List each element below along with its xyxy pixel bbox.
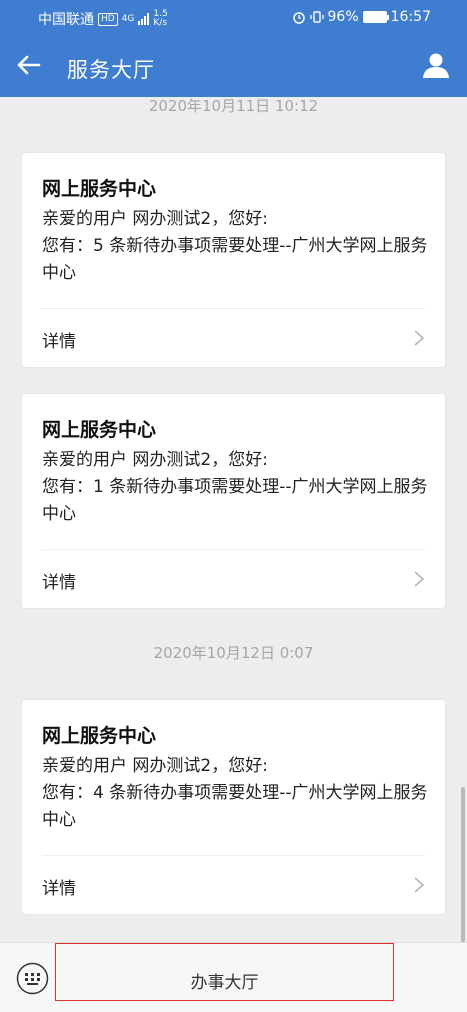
- bottom-menu-bar: 办事大厅: [0, 942, 467, 1012]
- app-header: 中国联通 HD 4G 1.5 K/s 96% 16:57 服务大厅: [0, 0, 467, 97]
- card-divider: [42, 855, 425, 856]
- notification-card[interactable]: 网上服务中心 亲爱的用户 网办测试2，您好: 您有：4 条新待办事项需要处理--…: [21, 699, 446, 915]
- chevron-right-icon: [414, 330, 425, 346]
- message-timestamp: 2020年10月12日 0:07: [153, 644, 314, 662]
- scrollbar[interactable]: [461, 787, 465, 942]
- alarm-icon: [292, 12, 305, 24]
- notification-card[interactable]: 网上服务中心 亲爱的用户 网办测试2，您好: 您有：1 条新待办事项需要处理--…: [21, 393, 446, 609]
- card-detail-link[interactable]: 详情: [42, 568, 76, 593]
- card-title: 网上服务中心: [42, 725, 157, 747]
- keyboard-icon[interactable]: [16, 962, 49, 995]
- clock: 16:57: [390, 9, 431, 25]
- speed-unit: K/s: [153, 18, 168, 28]
- card-message: 您有：4 条新待办事项需要处理--广州大学网上服务中心: [42, 783, 428, 830]
- card-greeting: 亲爱的用户 网办测试2，您好:: [42, 209, 268, 229]
- card-body: 亲爱的用户 网办测试2，您好: 您有：4 条新待办事项需要处理--广州大学网上服…: [42, 753, 434, 834]
- carrier-label: 中国联通: [38, 12, 94, 28]
- card-divider: [42, 549, 425, 550]
- card-divider: [42, 308, 425, 309]
- battery-icon: [362, 11, 389, 23]
- signal-icon: [138, 13, 150, 25]
- network-speed: 1.5 K/s: [153, 10, 167, 28]
- message-timestamp: 2020年10月11日 10:12: [148, 97, 319, 115]
- title-bar: 服务大厅: [0, 36, 467, 97]
- menu-button-label: 办事大厅: [190, 973, 259, 993]
- arrow-left-icon[interactable]: [14, 50, 44, 80]
- card-message: 您有：5 条新待办事项需要处理--广州大学网上服务中心: [42, 236, 428, 283]
- page-title: 服务大厅: [67, 58, 155, 82]
- card-title: 网上服务中心: [42, 419, 157, 441]
- chevron-right-icon: [414, 571, 425, 587]
- battery-percent: 96%: [327, 9, 359, 25]
- person-icon[interactable]: [421, 50, 451, 80]
- hd-badge: HD: [98, 12, 118, 26]
- message-list[interactable]: 2020年10月11日 10:12 网上服务中心 亲爱的用户 网办测试2，您好:…: [0, 97, 467, 942]
- chevron-right-icon: [414, 877, 425, 893]
- card-message: 您有：1 条新待办事项需要处理--广州大学网上服务中心: [42, 477, 428, 524]
- card-greeting: 亲爱的用户 网办测试2，您好:: [42, 450, 268, 470]
- notification-card[interactable]: 网上服务中心 亲爱的用户 网办测试2，您好: 您有：5 条新待办事项需要处理--…: [21, 152, 446, 368]
- card-detail-link[interactable]: 详情: [42, 327, 76, 352]
- card-body: 亲爱的用户 网办测试2，您好: 您有：1 条新待办事项需要处理--广州大学网上服…: [42, 447, 434, 528]
- card-title: 网上服务中心: [42, 178, 157, 200]
- service-hall-menu-button[interactable]: 办事大厅: [55, 943, 394, 1001]
- vibrate-icon: [309, 11, 324, 23]
- card-greeting: 亲爱的用户 网办测试2，您好:: [42, 756, 268, 776]
- card-body: 亲爱的用户 网办测试2，您好: 您有：5 条新待办事项需要处理--广州大学网上服…: [42, 206, 434, 287]
- card-detail-link[interactable]: 详情: [42, 874, 76, 899]
- status-bar: 中国联通 HD 4G 1.5 K/s 96% 16:57: [0, 0, 467, 36]
- network-type: 4G: [121, 13, 135, 24]
